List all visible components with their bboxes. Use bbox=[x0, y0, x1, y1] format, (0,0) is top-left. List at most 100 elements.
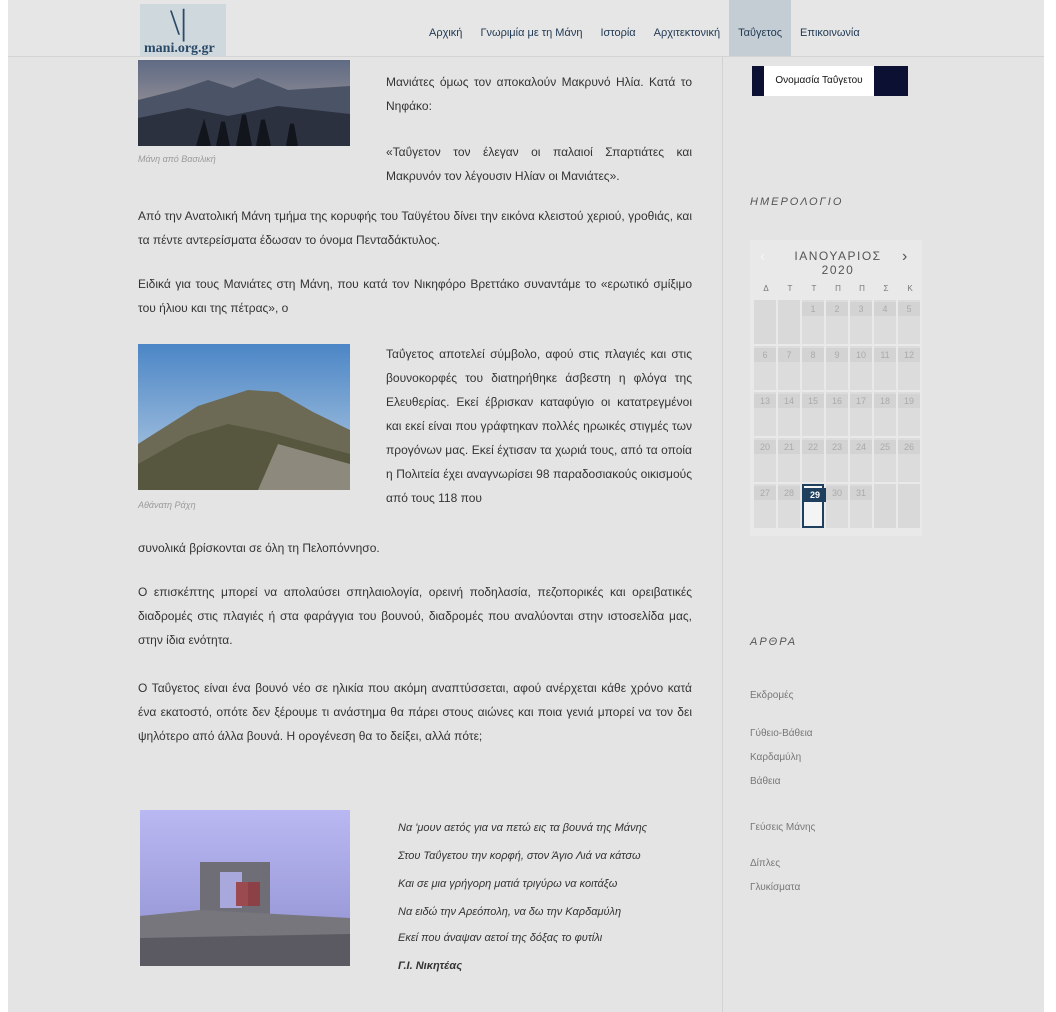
calendar-day[interactable]: 1 bbox=[802, 300, 824, 344]
paragraph-east-mani: Από την Ανατολική Μάνη τμήμα της κορυφής… bbox=[138, 209, 692, 247]
calendar-day-number: 24 bbox=[850, 440, 872, 454]
calendar-day-number: 4 bbox=[874, 302, 896, 316]
calendar-day[interactable]: 2 bbox=[826, 300, 848, 344]
calendar-day[interactable]: 25 bbox=[874, 438, 896, 482]
sidebar-link-gytheio-vatheia[interactable]: Γύθειο-Βάθεια bbox=[750, 728, 813, 739]
calendar-weekday: Κ bbox=[907, 284, 913, 293]
calendar-day[interactable]: 19 bbox=[898, 392, 920, 436]
paragraph-symbol-end: συνολικά βρίσκονται σε όλη τη Πελοπόννησ… bbox=[138, 541, 380, 555]
calendar-day-number: 6 bbox=[754, 348, 776, 362]
sidebar-link-sweets[interactable]: Γλυκίσματα bbox=[750, 882, 800, 893]
paragraph-symbol: Ταΰγετος αποτελεί σύμβολο, αφού στις πλα… bbox=[386, 347, 692, 505]
calendar-empty-cell bbox=[754, 300, 776, 344]
calendar-day[interactable]: 7 bbox=[778, 346, 800, 390]
calendar-day[interactable]: 24 bbox=[850, 438, 872, 482]
calendar-day-number: 7 bbox=[778, 348, 800, 362]
calendar-day[interactable]: 30 bbox=[826, 484, 848, 528]
logo-text: mani.org.gr bbox=[144, 41, 215, 56]
sidebar-link-diples[interactable]: Δίπλες bbox=[750, 858, 780, 869]
calendar-day[interactable]: 4 bbox=[874, 300, 896, 344]
chevron-right-icon[interactable]: › bbox=[902, 248, 907, 266]
photo-caption-2: Αθάνατη Ράχη bbox=[138, 500, 196, 510]
calendar-day-number: 31 bbox=[850, 486, 872, 500]
calendar-weekday: Τ bbox=[811, 284, 817, 293]
calendar-day-number: 16 bbox=[826, 394, 848, 408]
nav-history[interactable]: Ιστορία bbox=[591, 0, 644, 56]
calendar-day[interactable]: 13 bbox=[754, 392, 776, 436]
nav-about-mani[interactable]: Γνωριμία με τη Μάνη bbox=[471, 0, 591, 56]
nav-architecture[interactable]: Αρχιτεκτονική bbox=[645, 0, 729, 56]
poem-line-1: Να 'μουν αετός για να πετώ εις τα βουνά … bbox=[398, 822, 648, 834]
calendar-day[interactable]: 31 bbox=[850, 484, 872, 528]
calendar-day[interactable]: 14 bbox=[778, 392, 800, 436]
calendar-day[interactable]: 20 bbox=[754, 438, 776, 482]
calendar-day[interactable]: 27 bbox=[754, 484, 776, 528]
sidebar-link-kardamyli[interactable]: Καρδαμύλη bbox=[750, 752, 801, 763]
poem-line-2: Στου Ταΰγετου την κορφή, στον Άγιο Λιά ν… bbox=[398, 850, 641, 862]
sidebar-link-excursions[interactable]: Εκδρομές bbox=[750, 690, 793, 701]
calendar-day-number: 18 bbox=[874, 394, 896, 408]
calendar-day[interactable]: 28 bbox=[778, 484, 800, 528]
calendar-day-number: 8 bbox=[802, 348, 824, 362]
calendar-empty-cell bbox=[778, 300, 800, 344]
calendar-day-number: 12 bbox=[898, 348, 920, 362]
calendar-day-number: 14 bbox=[778, 394, 800, 408]
calendar-day-number: 22 bbox=[802, 440, 824, 454]
calendar-day-number: 13 bbox=[754, 394, 776, 408]
logo-mark: \| bbox=[170, 2, 188, 42]
calendar-day[interactable]: 21 bbox=[778, 438, 800, 482]
calendar-day[interactable]: 11 bbox=[874, 346, 896, 390]
calendar-day[interactable]: 10 bbox=[850, 346, 872, 390]
calendar-day-number: 11 bbox=[874, 348, 896, 362]
calendar-day-number: 20 bbox=[754, 440, 776, 454]
calendar-day-number: 5 bbox=[898, 302, 920, 316]
taygetos-submenu: Ονομασία Ταΰγετου bbox=[752, 66, 908, 96]
calendar-widget: ‹ ΙΑΝΟΥΑΡΙΟΣ 2020 › Δ Τ Τ Π Π Σ Κ 1 2 3 4 5 6 7 8 9 10 11… bbox=[750, 240, 922, 536]
main-nav: Αρχική Γνωριμία με τη Μάνη Ιστορία Αρχιτ… bbox=[420, 0, 869, 56]
calendar-weekday: Δ bbox=[763, 284, 769, 293]
calendar-day-number: 30 bbox=[826, 486, 848, 500]
calendar-empty-cell bbox=[898, 484, 920, 528]
calendar-day[interactable]: 9 bbox=[826, 346, 848, 390]
calendar-day[interactable]: 17 bbox=[850, 392, 872, 436]
submenu-item-naming[interactable]: Ονομασία Ταΰγετου bbox=[764, 66, 874, 96]
calendar-day-number: 10 bbox=[850, 348, 872, 362]
calendar-header: ‹ ΙΑΝΟΥΑΡΙΟΣ 2020 › bbox=[750, 240, 922, 277]
summit-chapel-photo bbox=[140, 810, 350, 966]
paragraph-maniates: Ειδικά για τους Μανιάτες στη Μάνη, που κ… bbox=[138, 277, 692, 315]
calendar-day[interactable]: 5 bbox=[898, 300, 920, 344]
calendar-day-number: 29 bbox=[804, 488, 826, 502]
calendar-empty-cell bbox=[874, 484, 896, 528]
calendar-month-title: ΙΑΝΟΥΑΡΙΟΣ 2020 bbox=[794, 249, 882, 277]
calendar-day[interactable]: 22 bbox=[802, 438, 824, 482]
calendar-day[interactable]: 29 bbox=[802, 484, 826, 528]
nav-home[interactable]: Αρχική bbox=[420, 0, 471, 56]
calendar-day[interactable]: 26 bbox=[898, 438, 920, 482]
calendar-day[interactable]: 3 bbox=[850, 300, 872, 344]
calendar-day-number: 19 bbox=[898, 394, 920, 408]
calendar-day[interactable]: 6 bbox=[754, 346, 776, 390]
calendar-weekday: Π bbox=[859, 284, 865, 293]
nav-taygetos[interactable]: Ταΰγετος bbox=[729, 0, 792, 56]
sidebar-link-vatheia[interactable]: Βάθεια bbox=[750, 776, 780, 787]
chevron-left-icon[interactable]: ‹ bbox=[760, 248, 765, 266]
paragraph-visitor: Ο επισκέπτης μπορεί να απολαύσει σπηλαιο… bbox=[138, 585, 692, 647]
nav-contact[interactable]: Επικοινωνία bbox=[791, 0, 869, 56]
site-header: \| mani.org.gr Αρχική Γνωριμία με τη Μάν… bbox=[8, 0, 1044, 57]
calendar-day[interactable]: 16 bbox=[826, 392, 848, 436]
calendar-weekday: Σ bbox=[883, 284, 889, 293]
calendar-day[interactable]: 12 bbox=[898, 346, 920, 390]
site-logo[interactable]: \| mani.org.gr bbox=[140, 4, 226, 56]
paragraph-young-mountain: Ο Ταΰγετος είναι ένα βουνό νέο σε ηλικία… bbox=[138, 681, 692, 743]
articles-heading: ΑΡΘΡΑ bbox=[750, 636, 798, 648]
sidebar-link-tastes-of-mani[interactable]: Γεύσεις Μάνης bbox=[750, 822, 815, 833]
calendar-day[interactable]: 23 bbox=[826, 438, 848, 482]
calendar-day[interactable]: 15 bbox=[802, 392, 824, 436]
calendar-day[interactable]: 8 bbox=[802, 346, 824, 390]
calendar-day-number: 21 bbox=[778, 440, 800, 454]
calendar-weekday: Π bbox=[835, 284, 841, 293]
calendar-day-number: 15 bbox=[802, 394, 824, 408]
calendar-day[interactable]: 18 bbox=[874, 392, 896, 436]
paragraph-intro: Μανιάτες όμως τον αποκαλούν Μακρυνό Ηλία… bbox=[386, 75, 692, 113]
calendar-day-number: 1 bbox=[802, 302, 824, 316]
